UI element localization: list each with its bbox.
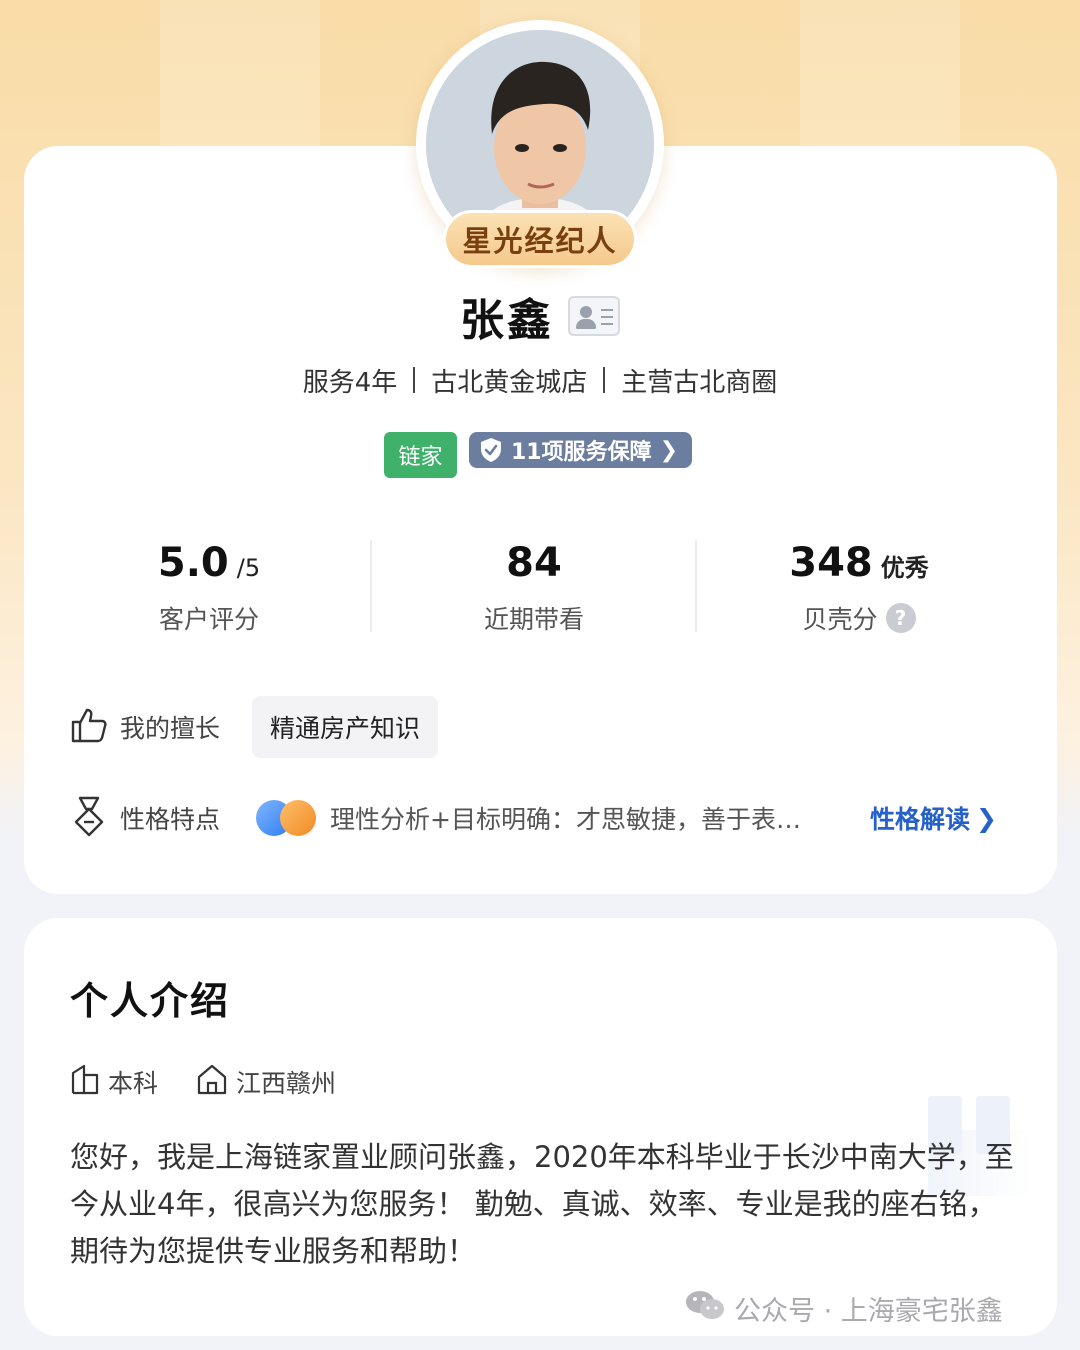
medal-icon — [70, 795, 108, 841]
business-area: 主营古北商圈 — [621, 367, 778, 398]
building-icon — [70, 1063, 100, 1101]
intro-title: 个人介绍 — [70, 979, 231, 1023]
stat-customer-rating[interactable]: 5.0 /5 客户评分 — [74, 540, 344, 640]
wechat-icon — [684, 1288, 726, 1329]
divider — [370, 540, 372, 632]
strength-chip: 精通房产知识 — [252, 696, 439, 758]
stat-label: 客户评分 — [158, 605, 259, 634]
stat-recent-viewings[interactable]: 84 近期带看 — [404, 540, 664, 640]
agent-name: 张鑫 — [460, 295, 554, 346]
personality-summary: 理性分析+目标明确：才思敏捷，善于表… — [330, 805, 801, 834]
strength-row: 我的擅长 精通房产知识 — [70, 696, 439, 758]
stat-value: 348 — [789, 540, 873, 586]
service-years: 服务4年 — [302, 367, 398, 398]
stats-row: 5.0 /5 客户评分 84 近期带看 348 优秀 贝壳分 ? — [24, 540, 1057, 640]
watermark: 公众号 · 上海豪宅张鑫 — [684, 1288, 1003, 1328]
store-name: 古北黄金城店 — [431, 367, 588, 398]
tags-row: 链家 11项服务保障 ❯ — [384, 432, 693, 480]
watermark-text: 公众号 · 上海豪宅张鑫 — [734, 1295, 1003, 1327]
education-label: 本科 — [108, 1069, 159, 1098]
stat-label: 近期带看 — [483, 605, 584, 634]
personality-color-icon — [256, 798, 320, 838]
stat-grade: 优秀 — [880, 554, 929, 582]
personality-interpret-label: 性格解读 — [870, 805, 971, 834]
id-card-icon[interactable] — [568, 296, 620, 336]
intro-meta: 本科 江西赣州 — [70, 1062, 374, 1102]
chevron-right-icon: ❯ — [659, 437, 679, 463]
intro-text: 您好，我是上海链家置业顾问张鑫，2020年本科毕业于长沙中南大学，至今从业4年，… — [70, 1140, 1014, 1268]
strength-label: 我的擅长 — [120, 714, 221, 743]
stat-suffix: /5 — [236, 554, 261, 582]
brand-tag: 链家 — [384, 432, 457, 478]
divider — [413, 367, 416, 393]
service-guarantee-label: 11项服务保障 — [511, 440, 652, 465]
question-icon[interactable]: ? — [885, 603, 916, 633]
stat-value: 5.0 — [157, 540, 229, 586]
personality-label: 性格特点 — [120, 805, 221, 834]
divider — [695, 540, 697, 632]
personality-interpret-link[interactable]: 性格解读 ❯ — [870, 800, 997, 836]
shield-check-icon — [479, 437, 503, 463]
personality-row: 性格特点 理性分析+目标明确：才思敏捷，善于表… 性格解读 ❯ — [70, 790, 1020, 846]
education-item: 本科 — [70, 1063, 158, 1101]
hometown-item: 江西赣州 — [196, 1063, 336, 1101]
divider — [603, 367, 606, 393]
name-row: 张鑫 — [0, 286, 1080, 346]
hometown-label: 江西赣州 — [236, 1069, 337, 1098]
service-guarantee-button[interactable]: 11项服务保障 ❯ — [469, 432, 693, 468]
chevron-right-icon: ❯ — [976, 803, 997, 833]
star-agent-badge: 星光经纪人 — [443, 210, 637, 268]
stat-beike-score[interactable]: 348 优秀 贝壳分 ? — [724, 540, 994, 640]
stat-value: 84 — [506, 540, 562, 586]
stat-label: 贝壳分 — [802, 605, 878, 634]
home-icon — [196, 1063, 228, 1101]
thumbs-up-icon — [70, 706, 108, 748]
agent-meta: 服务4年 古北黄金城店 主营古北商圈 — [0, 360, 1080, 400]
